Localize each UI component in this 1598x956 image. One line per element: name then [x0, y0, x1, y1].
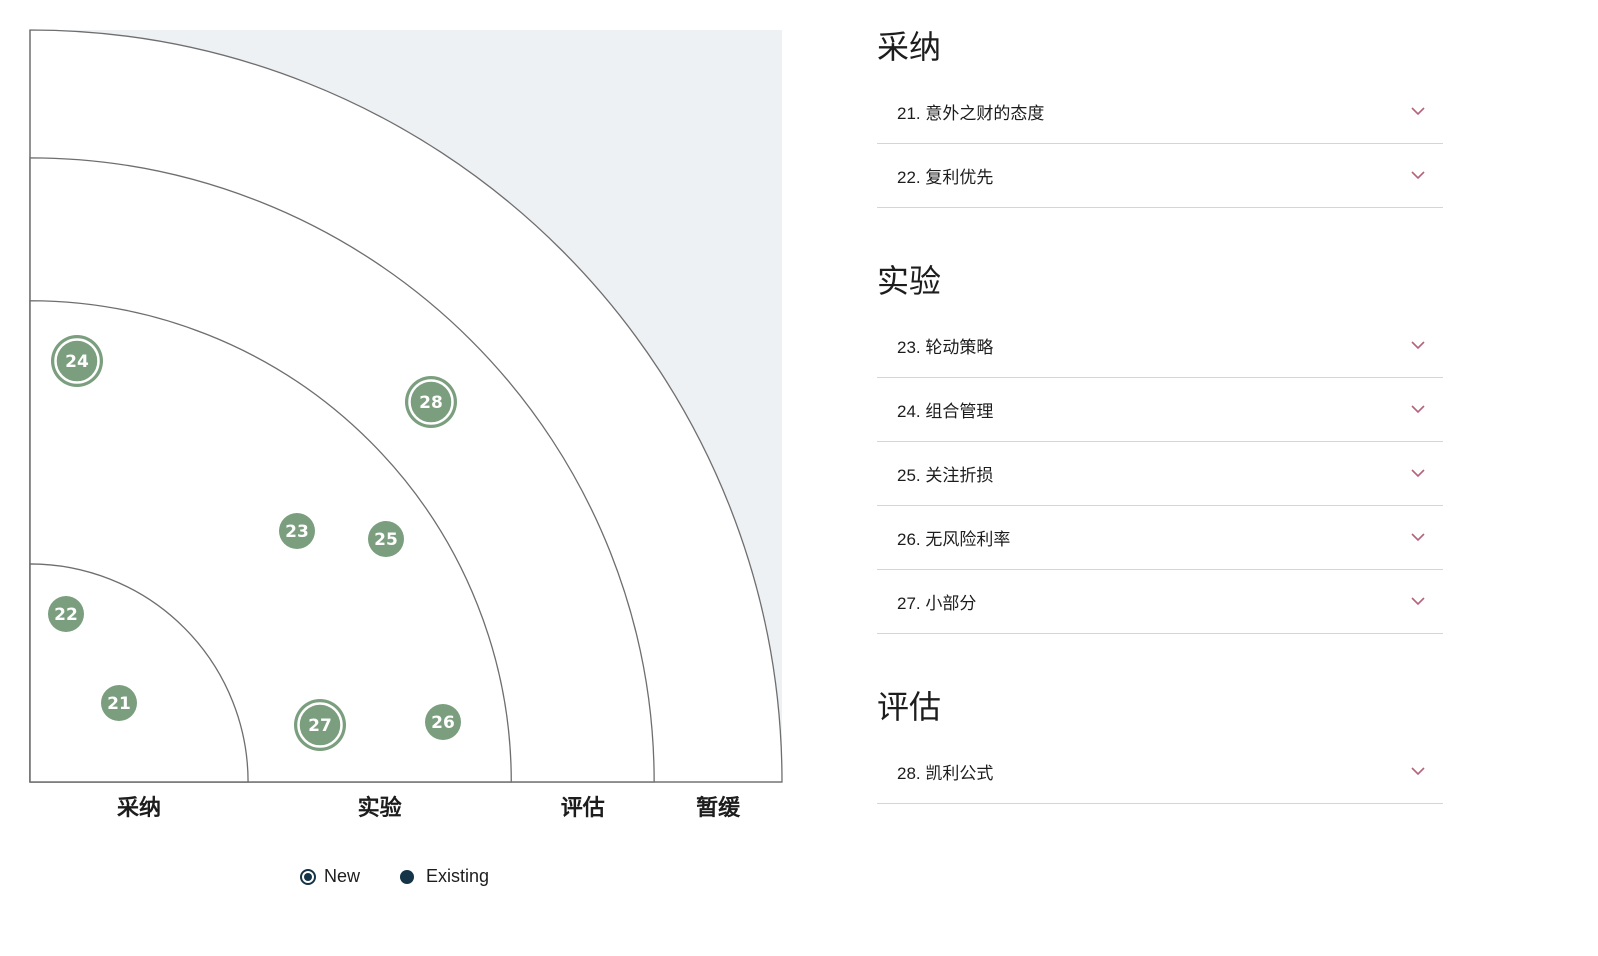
ring-heading: 实验 — [877, 262, 942, 300]
chevron-down-icon[interactable] — [1411, 468, 1425, 480]
legend-new-label: New — [324, 866, 361, 886]
legend-existing-label: Existing — [426, 866, 490, 886]
svg-text:26: 26 — [431, 713, 455, 733]
blip-item-label: 21. 意外之财的态度 — [897, 104, 1045, 123]
new-blip-icon — [300, 868, 316, 885]
blip-item-label: 26. 无风险利率 — [897, 530, 1011, 549]
ring-section-adopt: 采纳 21. 意外之财的态度 22. 复利优先 — [877, 22, 1443, 208]
chevron-down-icon[interactable] — [1411, 532, 1425, 544]
blip-item-27[interactable]: 27. 小部分 — [877, 570, 1443, 634]
blip-list: 采纳 21. 意外之财的态度 22. 复利优先 实验 23. 轮动策略 24. … — [877, 22, 1443, 852]
blip-item-label: 23. 轮动策略 — [897, 338, 994, 357]
blip-item-23[interactable]: 23. 轮动策略 — [877, 314, 1443, 378]
svg-text:28: 28 — [419, 393, 443, 413]
blip-item-25[interactable]: 25. 关注折损 — [877, 442, 1443, 506]
ring-section-trial: 实验 23. 轮动策略 24. 组合管理 25. 关注折损 26. 无风险利率 … — [877, 256, 1443, 634]
radar-blip-21[interactable]: 21 — [101, 685, 137, 721]
radar-blip-27[interactable]: 27 — [294, 699, 346, 751]
blip-item-26[interactable]: 26. 无风险利率 — [877, 506, 1443, 570]
ring-label: 采纳 — [117, 795, 161, 821]
chevron-down-icon[interactable] — [1411, 596, 1425, 608]
chevron-down-icon[interactable] — [1411, 404, 1425, 416]
chevron-down-icon[interactable] — [1411, 340, 1425, 352]
chevron-down-icon[interactable] — [1411, 766, 1425, 778]
chevron-down-icon[interactable] — [1411, 106, 1425, 118]
radar-blip-24[interactable]: 24 — [51, 335, 103, 387]
chevron-down-icon[interactable] — [1411, 170, 1425, 182]
ring-label: 暂缓 — [696, 795, 741, 821]
radar-blip-26[interactable]: 26 — [425, 704, 461, 740]
svg-text:21: 21 — [107, 694, 131, 714]
ring-label: 评估 — [561, 796, 605, 821]
radar-chart: 采纳 实验 评估 暂缓 21 22 23 24 25 26 27 28 — [29, 29, 783, 821]
legend-existing: Existing — [400, 866, 489, 887]
svg-text:25: 25 — [374, 530, 398, 550]
radar-blip-25[interactable]: 25 — [368, 521, 404, 557]
radar-blip-22[interactable]: 22 — [48, 596, 84, 632]
blip-item-22[interactable]: 22. 复利优先 — [877, 144, 1443, 208]
svg-text:27: 27 — [308, 716, 332, 736]
blip-item-24[interactable]: 24. 组合管理 — [877, 378, 1443, 442]
ring-label: 实验 — [358, 795, 402, 821]
blip-item-label: 25. 关注折损 — [897, 466, 994, 485]
radar-blip-23[interactable]: 23 — [279, 513, 315, 549]
existing-blip-icon — [400, 869, 415, 884]
svg-text:24: 24 — [65, 352, 89, 372]
blip-item-28[interactable]: 28. 凯利公式 — [877, 740, 1443, 804]
page: 采纳 实验 评估 暂缓 21 22 23 24 25 26 27 28 New Existing 采纳… — [0, 0, 1598, 956]
ring-heading: 采纳 — [877, 28, 942, 66]
radar-quadrant: 采纳 实验 评估 暂缓 21 22 23 24 25 26 27 28 New Existing — [0, 0, 820, 956]
ring-section-assess: 评估 28. 凯利公式 — [877, 682, 1443, 804]
radar-blip-28[interactable]: 28 — [405, 376, 457, 428]
blip-item-label: 22. 复利优先 — [897, 168, 994, 187]
svg-text:22: 22 — [54, 605, 78, 625]
blip-item-label: 27. 小部分 — [897, 594, 977, 613]
ring-heading: 评估 — [877, 688, 942, 726]
blip-item-21[interactable]: 21. 意外之财的态度 — [877, 80, 1443, 144]
legend-new: New — [300, 866, 360, 887]
radar-legend: New Existing — [300, 866, 489, 887]
blip-item-label: 28. 凯利公式 — [897, 764, 994, 783]
svg-text:23: 23 — [285, 522, 309, 542]
blip-item-label: 24. 组合管理 — [897, 402, 994, 421]
